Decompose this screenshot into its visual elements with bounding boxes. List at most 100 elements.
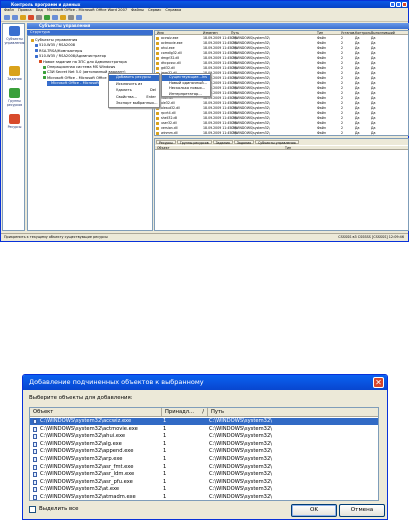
list-item[interactable]: C:\WINDOWS\system32\arp.exe 1 C:\WINDOWS\s…	[30, 456, 378, 463]
search-icon[interactable]	[36, 15, 42, 20]
minimize-button[interactable]	[390, 2, 395, 7]
list-item[interactable]: C:\WINDOWS\system32\accwiz.exe 1 C:\WINDOW…	[30, 418, 378, 426]
list-cell: 1	[163, 433, 167, 440]
col-object[interactable]: Объект	[157, 146, 169, 150]
list-cell: C:\WINDOWS\system32\	[209, 456, 273, 462]
list-item[interactable]: C:\WINDOWS\system32\asr_pfu.exe 1 C:\WINDO…	[30, 479, 378, 486]
grid-column-header[interactable]: Установ.	[341, 31, 355, 35]
dialog-close-icon[interactable]: ✕	[373, 377, 384, 388]
list-item[interactable]: C:\WINDOWS\system32\actmovie.exe 1 C:\WIND…	[30, 426, 378, 433]
tab-linked[interactable]: Задания	[212, 140, 233, 145]
tab-linked[interactable]: Субъекты управления	[255, 140, 299, 145]
list-cell: C:\WINDOWS\system32\arp.exe	[40, 456, 123, 462]
file-icon	[156, 127, 159, 130]
list-cell: C:\WINDOWS\system32\asr_fmt.exe	[40, 463, 134, 470]
grid-column-header[interactable]: Выполнивший	[371, 31, 395, 35]
list-item[interactable]: C:\WINDOWS\system32\alg.exe 1 C:\WINDOWS\s…	[30, 441, 378, 448]
submenu-item[interactable]: Интерпретатор...	[162, 92, 210, 98]
tree-node-icon	[43, 70, 46, 74]
context-menu-label: Экспорт выбранных...	[116, 101, 158, 106]
nav-resources[interactable]: Ресурсы	[4, 114, 25, 129]
grid-row[interactable]: winmm.dll 18.09.2009 11:45:36 C:\WINDOWS\s…	[155, 131, 408, 136]
list-item[interactable]: C:\WINDOWS\system32\ahui.exe 1 C:\WINDOWS\…	[30, 433, 378, 440]
tree-node-icon	[35, 49, 38, 53]
context-menu-item[interactable]: Экспорт выбранных...	[109, 101, 159, 107]
list-item[interactable]: C:\WINDOWS\system32\append.exe 1 C:\WINDOW…	[30, 448, 378, 455]
list-item[interactable]: C:\WINDOWS\system32\asr_fmt.exe 1 C:\WINDO…	[30, 464, 378, 471]
left-navigation: Субъекты управления Задания Группы ресур…	[2, 23, 25, 231]
tree-node[interactable]: 510-W35 / RSA2008	[35, 43, 75, 48]
list-item[interactable]: C:\WINDOWS\system32\atmadm.exe 1 C:\WINDOW…	[30, 494, 378, 500]
grid-column-header[interactable]: Изменен	[203, 31, 218, 35]
tree-node[interactable]: RSA-TRSA/Компьютеры	[35, 49, 82, 54]
list-cell: C:\WINDOWS\system32\	[209, 463, 273, 470]
list-item[interactable]: C:\WINDOWS\system32\at.exe 1 C:\WINDOWS\sy…	[30, 486, 378, 493]
tree-node[interactable]: 510-W35 / RSA2008/Администратор	[35, 54, 106, 59]
list-cell: C:\WINDOWS\system32\ahui.exe	[40, 433, 126, 440]
list-header: Объект Принадл... / Путь	[30, 408, 378, 417]
grid-column-header[interactable]: Тип	[317, 31, 323, 35]
back-icon[interactable]	[4, 15, 10, 20]
file-icon	[156, 122, 159, 125]
file-icon	[156, 47, 159, 50]
list-cell: 1	[163, 463, 167, 470]
context-menu-item[interactable]: Добавить ресурсы	[109, 75, 159, 81]
tree-node[interactable]: Microsoft Office - Microsoft	[47, 81, 99, 87]
window-title: Контроль программ и данных	[1, 1, 408, 8]
submenu-label: Несколько новых...	[169, 86, 206, 91]
tree-node-label: Операционная система MS Windows	[47, 65, 116, 69]
tab-linked[interactable]: Ресурсы	[156, 140, 176, 145]
nav-subjects[interactable]: Субъекты управления	[4, 26, 25, 45]
tree-node-label: Новое задание на ЗПС для Администратора	[43, 59, 127, 64]
nav-resource-groups[interactable]: Группы ресурсов	[4, 88, 25, 107]
grid-column-header[interactable]: Имя	[157, 31, 164, 35]
context-menu-shortcut: Enter	[146, 94, 156, 99]
close-button[interactable]	[402, 2, 407, 7]
tab-linked[interactable]: Группы ресурсов	[176, 140, 212, 145]
forward-icon[interactable]	[12, 15, 18, 20]
folder-icon[interactable]	[20, 15, 26, 20]
select-all-checkbox[interactable]	[29, 506, 36, 513]
maximize-button[interactable]	[396, 2, 401, 7]
col-owner-header[interactable]: Принадл... /	[162, 408, 208, 417]
list-cell: 1	[163, 448, 167, 455]
list-cell: C:\WINDOWS\system32\append.exe	[40, 448, 134, 455]
grid-cell: Да	[355, 131, 360, 135]
tree-node-label: Microsoft Office - Microsoft	[51, 81, 99, 86]
nav-tasks[interactable]: Задания	[4, 66, 25, 81]
context-menu-item[interactable]: Удалить Del	[109, 88, 159, 94]
cancel-button[interactable]: Отмена	[339, 504, 385, 517]
col-type[interactable]: Тип	[285, 146, 291, 150]
tree-node[interactable]: Новое задание на ЗПС для Администратора	[39, 60, 127, 65]
file-icon	[33, 434, 37, 440]
list-cell: 1	[163, 418, 167, 424]
col-object-header[interactable]: Объект	[30, 408, 162, 417]
file-icon	[33, 426, 37, 432]
ok-button[interactable]: OK	[291, 504, 337, 517]
col-path-header[interactable]: Путь	[208, 408, 378, 417]
tree-node[interactable]: Операционная система MS Windows	[43, 65, 115, 70]
tree-node[interactable]: Субъекты управления	[31, 38, 77, 43]
properties-icon[interactable]	[52, 15, 58, 20]
help-icon[interactable]	[76, 15, 82, 20]
grid-column-header[interactable]: Контроль	[355, 31, 371, 35]
delete-icon[interactable]	[28, 15, 34, 20]
sort-icon: /	[202, 409, 204, 415]
export-icon[interactable]	[60, 15, 66, 20]
submenu-label: Интерпретатор...	[169, 91, 202, 96]
dialog-title: Добавление подчиненных объектов к выбран…	[23, 375, 387, 390]
select-all-label[interactable]: Выделить все	[39, 505, 78, 514]
file-icon	[33, 487, 37, 493]
refresh-icon[interactable]	[44, 15, 50, 20]
submenu-label: Новый одиночный...	[169, 80, 207, 85]
context-menu-item[interactable]: Свойства... Enter	[109, 95, 159, 101]
users-icon	[9, 26, 20, 36]
grid-header: Имя Изменен Путь Тип Установ. Контроль Выполни…	[155, 31, 408, 35]
list-cell: 1	[163, 486, 167, 493]
tab-linked[interactable]: Задания	[233, 140, 255, 145]
context-menu-item[interactable]: Исключить из	[109, 82, 159, 88]
print-icon[interactable]	[68, 15, 74, 20]
file-icon	[33, 472, 37, 478]
list-item[interactable]: C:\WINDOWS\system32\asr_ldm.exe 1 C:\WINDO…	[30, 471, 378, 478]
grid-column-header[interactable]: Путь	[231, 31, 239, 35]
